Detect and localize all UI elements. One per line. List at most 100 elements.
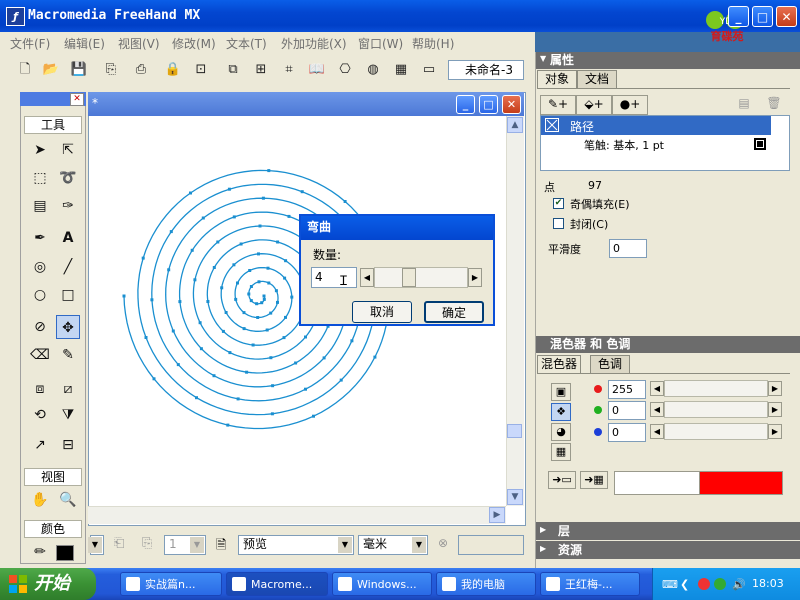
green-slider-right[interactable]: ▶: [768, 402, 782, 417]
new-document-icon[interactable]: 🗋: [14, 59, 36, 81]
page-nav-dropdown[interactable]: ▼: [88, 535, 104, 555]
keyboard-icon[interactable]: ⌨: [662, 578, 678, 591]
transform-icon[interactable]: ⌗: [278, 59, 300, 81]
next-page-icon[interactable]: ⎘: [142, 536, 152, 551]
eraser-tool-icon[interactable]: ⌫: [28, 343, 52, 367]
blue-input[interactable]: 0: [608, 423, 646, 442]
scroll-right-arrow[interactable]: ▶: [489, 507, 505, 523]
mixer-panel-header[interactable]: 混色器 和 色调: [536, 336, 800, 353]
green-slider-left[interactable]: ◀: [650, 402, 664, 417]
symbols-icon[interactable]: ⎔: [334, 59, 356, 81]
menu-help[interactable]: 帮助(H): [412, 35, 454, 52]
text-tool-icon[interactable]: A: [56, 226, 80, 250]
fill-color-swatch[interactable]: [56, 545, 74, 561]
ok-button[interactable]: 确定: [424, 301, 484, 323]
knife-tool-icon[interactable]: ⊘: [28, 315, 52, 339]
skew-tool-icon[interactable]: ⧄: [56, 377, 80, 401]
grid-icon[interactable]: ▦: [390, 59, 412, 81]
tab-mixer[interactable]: 混色器: [537, 355, 581, 373]
red-slider-right[interactable]: ▶: [768, 381, 782, 396]
hls-mode-icon[interactable]: ◕: [551, 423, 571, 441]
minimize-button[interactable]: _: [728, 6, 749, 27]
blue-slider-right[interactable]: ▶: [768, 424, 782, 439]
hand-tool-icon[interactable]: ✋: [28, 488, 52, 512]
menu-window[interactable]: 窗口(W): [358, 35, 403, 52]
link-tool-icon[interactable]: ↗: [28, 433, 52, 457]
menu-view[interactable]: 视图(V): [118, 35, 160, 52]
antivirus-icon[interactable]: [698, 578, 710, 590]
vertical-scroll-thumb[interactable]: [507, 424, 522, 438]
ellipse-tool-icon[interactable]: ○: [28, 283, 52, 307]
green-input[interactable]: 0: [608, 401, 646, 420]
tab-object[interactable]: 对象: [537, 70, 577, 88]
library-icon[interactable]: 📖: [306, 59, 328, 81]
amount-slider[interactable]: [374, 267, 468, 288]
cancel-button[interactable]: 取消: [352, 301, 412, 323]
stroke-attribute[interactable]: 笔触: 基本, 1 pt: [584, 137, 664, 153]
bend-tool-icon[interactable]: ✥: [56, 315, 80, 339]
doc-minimize-button[interactable]: _: [456, 95, 475, 114]
amount-slider-left[interactable]: ◀: [360, 268, 374, 287]
scale-tool-icon[interactable]: ⧈: [28, 377, 52, 401]
menu-modify[interactable]: 修改(M): [172, 35, 216, 52]
document-select[interactable]: 未命名-3: [448, 60, 524, 80]
blue-slider[interactable]: [664, 423, 768, 440]
red-slider-left[interactable]: ◀: [650, 381, 664, 396]
add-effect-icon[interactable]: ●+: [612, 95, 648, 115]
units-select[interactable]: 毫米 ▼: [358, 535, 428, 555]
import-icon[interactable]: ⎘: [100, 59, 122, 81]
smoothness-input[interactable]: 0: [609, 239, 647, 258]
system-color-icon[interactable]: ▦: [551, 443, 571, 461]
stroke-color-swatch[interactable]: [754, 138, 766, 150]
amount-slider-right[interactable]: ▶: [468, 268, 482, 287]
task-my-computer[interactable]: 我的电脑: [436, 572, 536, 596]
duplicate-attribute-icon[interactable]: ▤: [732, 95, 756, 113]
menu-xtras[interactable]: 外加功能(X): [281, 35, 347, 52]
add-fill-icon[interactable]: ⬙+: [576, 95, 612, 115]
assets-panel-header[interactable]: 资源: [536, 541, 800, 559]
color-icon[interactable]: ◍: [362, 59, 384, 81]
group-icon[interactable]: ⧉: [222, 59, 244, 81]
scroll-down-arrow[interactable]: ▼: [507, 489, 523, 505]
rgb-mode-icon[interactable]: ❖: [551, 403, 571, 421]
tools-panel-close-icon[interactable]: ✕: [70, 93, 84, 106]
layers-icon[interactable]: ▭: [418, 59, 440, 81]
closed-checkbox[interactable]: [553, 218, 564, 229]
amount-slider-thumb[interactable]: [402, 268, 416, 287]
prev-page-icon[interactable]: ⎗: [114, 536, 124, 551]
doc-close-button[interactable]: ✕: [502, 95, 521, 114]
layers-panel-header[interactable]: 层: [536, 522, 800, 540]
spiral-tool-icon[interactable]: ◎: [28, 255, 52, 279]
volume-icon[interactable]: 🔊: [732, 578, 746, 591]
rotate-tool-icon[interactable]: ⟲: [28, 403, 52, 427]
cancel-render-icon[interactable]: ⊗: [438, 536, 448, 550]
maximize-button[interactable]: □: [752, 6, 773, 27]
zoom-tool-icon[interactable]: 🔍: [56, 488, 80, 512]
properties-panel-header[interactable]: 属性: [536, 52, 800, 69]
freehand-app-icon[interactable]: ƒ: [6, 7, 25, 26]
eyedropper-tool-icon[interactable]: ✑: [56, 194, 80, 218]
menu-text[interactable]: 文本(T): [226, 35, 267, 52]
menu-file[interactable]: 文件(F): [10, 35, 50, 52]
tray-arrow-icon[interactable]: ❮: [680, 578, 689, 591]
lasso-tool-icon[interactable]: ➰: [56, 166, 80, 190]
vertical-scrollbar[interactable]: [506, 116, 524, 506]
menu-edit[interactable]: 编辑(E): [64, 35, 105, 52]
red-input[interactable]: 255: [608, 380, 646, 399]
delete-attribute-icon[interactable]: 🗑: [762, 95, 786, 113]
subselect-tool-icon[interactable]: ⇱: [56, 138, 80, 162]
view-mode-select[interactable]: 预览 ▼: [238, 535, 354, 555]
page-number-select[interactable]: 1 ▼: [164, 535, 206, 555]
red-slider[interactable]: [664, 380, 768, 397]
task-messenger[interactable]: 王红梅-...: [540, 572, 640, 596]
export-icon[interactable]: ⎙: [130, 59, 152, 81]
add-to-swatches-icon[interactable]: ➜▭: [548, 471, 576, 489]
brush-tool-icon[interactable]: ✎: [56, 343, 80, 367]
add-stroke-icon[interactable]: ✎+: [540, 95, 576, 115]
tab-document[interactable]: 文档: [577, 70, 617, 88]
chart-tool-icon[interactable]: ⊟: [56, 433, 80, 457]
task-word-doc[interactable]: 实战篇n...: [120, 572, 222, 596]
reflect-tool-icon[interactable]: ⧩: [56, 403, 80, 427]
scroll-up-arrow[interactable]: ▲: [507, 117, 523, 133]
blue-slider-left[interactable]: ◀: [650, 424, 664, 439]
